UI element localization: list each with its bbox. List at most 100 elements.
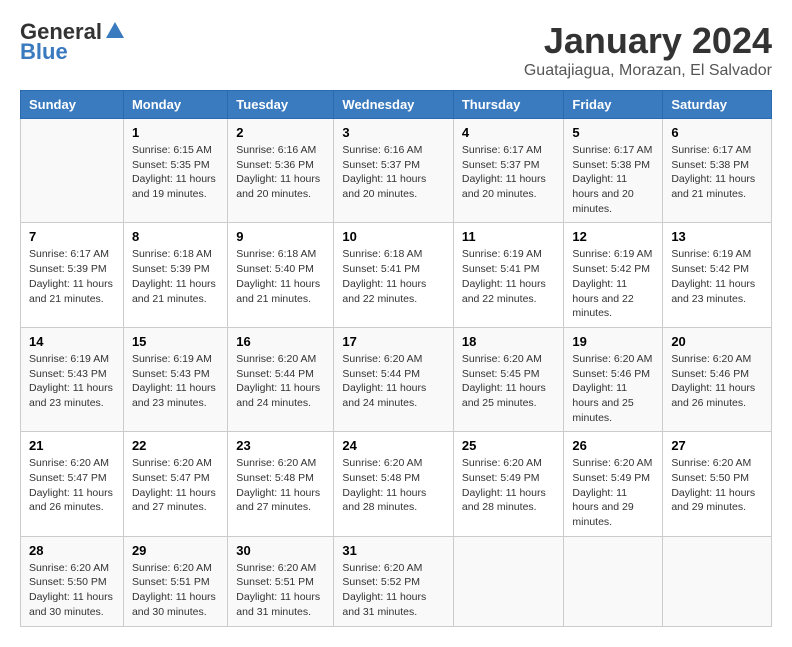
calendar-cell: 3Sunrise: 6:16 AMSunset: 5:37 PMDaylight…: [334, 119, 453, 223]
calendar-week-4: 21 Sunrise: 6:20 AMSunset: 5:47 PMDayligh…: [21, 432, 772, 536]
calendar-cell: 24Sunrise: 6:20 AMSunset: 5:48 PMDayligh…: [334, 432, 453, 536]
day-header-saturday: Saturday: [663, 91, 772, 119]
day-info: Sunrise: 6:19 AMSunset: 5:42 PMDaylight:…: [671, 247, 763, 306]
day-info: Sunrise: 6:17 AMSunset: 5:38 PMDaylight:…: [572, 143, 654, 216]
calendar-cell: 9 Sunrise: 6:18 AMSunset: 5:40 PMDaylight…: [228, 223, 334, 327]
day-number: 1: [132, 125, 219, 140]
calendar-cell: 27 Sunrise: 6:20 AMSunset: 5:50 PMDayligh…: [663, 432, 772, 536]
calendar-cell: 21Sunrise: 6:20 AMSunset: 5:47 PMDayligh…: [21, 432, 124, 536]
day-number: 13: [671, 229, 763, 244]
day-info: Sunrise: 6:19 AMSunset: 5:43 PMDaylight:…: [132, 352, 219, 411]
calendar-cell: 2 Sunrise: 6:16 AMSunset: 5:36 PMDaylight…: [228, 119, 334, 223]
day-info: Sunrise: 6:20 AMSunset: 5:44 PMDaylight:…: [236, 352, 325, 411]
calendar-week-1: 1 Sunrise: 6:15 AMSunset: 5:35 PMDaylight…: [21, 119, 772, 223]
day-number: 28: [29, 543, 115, 558]
calendar-cell: 11 Sunrise: 6:19 AMSunset: 5:41 PMDayligh…: [453, 223, 564, 327]
day-number: 2: [236, 125, 325, 140]
day-info: Sunrise: 6:17 AMSunset: 5:39 PMDaylight:…: [29, 247, 115, 306]
day-info: Sunrise: 6:16 AMSunset: 5:37 PMDaylight:…: [342, 143, 444, 202]
day-info: Sunrise: 6:20 AMSunset: 5:51 PMDaylight:…: [236, 561, 325, 620]
calendar-cell: 19 Sunrise: 6:20 AMSunset: 5:46 PMDayligh…: [564, 327, 663, 431]
day-number: 22: [132, 438, 219, 453]
day-info: Sunrise: 6:17 AMSunset: 5:37 PMDaylight:…: [462, 143, 556, 202]
day-info: Sunrise: 6:20 AMSunset: 5:48 PMDaylight:…: [236, 456, 325, 515]
page-title: January 2024: [524, 20, 772, 62]
day-info: Sunrise: 6:19 AMSunset: 5:42 PMDaylight:…: [572, 247, 654, 320]
day-number: 23: [236, 438, 325, 453]
day-number: 5: [572, 125, 654, 140]
calendar-cell: 17 Sunrise: 6:20 AMSunset: 5:44 PMDayligh…: [334, 327, 453, 431]
day-number: 26: [572, 438, 654, 453]
day-header-wednesday: Wednesday: [334, 91, 453, 119]
day-number: 18: [462, 334, 556, 349]
calendar-cell: 5 Sunrise: 6:17 AMSunset: 5:38 PMDaylight…: [564, 119, 663, 223]
day-info: Sunrise: 6:16 AMSunset: 5:36 PMDaylight:…: [236, 143, 325, 202]
day-number: 31: [342, 543, 444, 558]
day-header-tuesday: Tuesday: [228, 91, 334, 119]
day-number: 9: [236, 229, 325, 244]
day-number: 7: [29, 229, 115, 244]
calendar-cell: 8 Sunrise: 6:18 AMSunset: 5:39 PMDaylight…: [123, 223, 227, 327]
day-number: 11: [462, 229, 556, 244]
day-info: Sunrise: 6:19 AMSunset: 5:43 PMDaylight:…: [29, 352, 115, 411]
calendar-cell: 13 Sunrise: 6:19 AMSunset: 5:42 PMDayligh…: [663, 223, 772, 327]
page-subtitle: Guatajiagua, Morazan, El Salvador: [524, 62, 772, 80]
day-number: 27: [671, 438, 763, 453]
day-info: Sunrise: 6:15 AMSunset: 5:35 PMDaylight:…: [132, 143, 219, 202]
calendar-cell: 31 Sunrise: 6:20 AMSunset: 5:52 PMDayligh…: [334, 536, 453, 626]
day-info: Sunrise: 6:20 AMSunset: 5:44 PMDaylight:…: [342, 352, 444, 411]
calendar-week-2: 7 Sunrise: 6:17 AMSunset: 5:39 PMDaylight…: [21, 223, 772, 327]
day-info: Sunrise: 6:19 AMSunset: 5:41 PMDaylight:…: [462, 247, 556, 306]
day-number: 24: [342, 438, 444, 453]
calendar-cell: 14 Sunrise: 6:19 AMSunset: 5:43 PMDayligh…: [21, 327, 124, 431]
logo-icon: [104, 20, 126, 42]
day-header-monday: Monday: [123, 91, 227, 119]
day-number: 25: [462, 438, 556, 453]
day-number: 12: [572, 229, 654, 244]
day-number: 21: [29, 438, 115, 453]
calendar-cell: 12 Sunrise: 6:19 AMSunset: 5:42 PMDayligh…: [564, 223, 663, 327]
day-info: Sunrise: 6:20 AMSunset: 5:52 PMDaylight:…: [342, 561, 444, 620]
calendar-cell: 4Sunrise: 6:17 AMSunset: 5:37 PMDaylight…: [453, 119, 564, 223]
calendar-cell: 15 Sunrise: 6:19 AMSunset: 5:43 PMDayligh…: [123, 327, 227, 431]
calendar-week-5: 28 Sunrise: 6:20 AMSunset: 5:50 PMDayligh…: [21, 536, 772, 626]
day-info: Sunrise: 6:20 AMSunset: 5:50 PMDaylight:…: [671, 456, 763, 515]
day-info: Sunrise: 6:20 AMSunset: 5:49 PMDaylight:…: [462, 456, 556, 515]
day-info: Sunrise: 6:20 AMSunset: 5:47 PMDaylight:…: [132, 456, 219, 515]
day-number: 14: [29, 334, 115, 349]
calendar-table: SundayMondayTuesdayWednesdayThursdayFrid…: [20, 90, 772, 627]
day-number: 19: [572, 334, 654, 349]
calendar-cell: 7 Sunrise: 6:17 AMSunset: 5:39 PMDaylight…: [21, 223, 124, 327]
day-info: Sunrise: 6:20 AMSunset: 5:51 PMDaylight:…: [132, 561, 219, 620]
day-number: 17: [342, 334, 444, 349]
calendar-cell: 30Sunrise: 6:20 AMSunset: 5:51 PMDayligh…: [228, 536, 334, 626]
day-info: Sunrise: 6:18 AMSunset: 5:39 PMDaylight:…: [132, 247, 219, 306]
calendar-cell: 22 Sunrise: 6:20 AMSunset: 5:47 PMDayligh…: [123, 432, 227, 536]
day-number: 8: [132, 229, 219, 244]
calendar-cell: 18 Sunrise: 6:20 AMSunset: 5:45 PMDayligh…: [453, 327, 564, 431]
day-info: Sunrise: 6:18 AMSunset: 5:41 PMDaylight:…: [342, 247, 444, 306]
calendar-cell: 16 Sunrise: 6:20 AMSunset: 5:44 PMDayligh…: [228, 327, 334, 431]
calendar-cell: [663, 536, 772, 626]
day-info: Sunrise: 6:18 AMSunset: 5:40 PMDaylight:…: [236, 247, 325, 306]
calendar-cell: 25 Sunrise: 6:20 AMSunset: 5:49 PMDayligh…: [453, 432, 564, 536]
calendar-cell: [564, 536, 663, 626]
day-number: 20: [671, 334, 763, 349]
day-info: Sunrise: 6:20 AMSunset: 5:50 PMDaylight:…: [29, 561, 115, 620]
day-info: Sunrise: 6:17 AMSunset: 5:38 PMDaylight:…: [671, 143, 763, 202]
title-block: January 2024 Guatajiagua, Morazan, El Sa…: [524, 20, 772, 80]
day-info: Sunrise: 6:20 AMSunset: 5:46 PMDaylight:…: [671, 352, 763, 411]
day-info: Sunrise: 6:20 AMSunset: 5:45 PMDaylight:…: [462, 352, 556, 411]
calendar-cell: 10Sunrise: 6:18 AMSunset: 5:41 PMDayligh…: [334, 223, 453, 327]
day-info: Sunrise: 6:20 AMSunset: 5:49 PMDaylight:…: [572, 456, 654, 529]
day-info: Sunrise: 6:20 AMSunset: 5:46 PMDaylight:…: [572, 352, 654, 425]
day-header-sunday: Sunday: [21, 91, 124, 119]
day-number: 29: [132, 543, 219, 558]
calendar-cell: 26 Sunrise: 6:20 AMSunset: 5:49 PMDayligh…: [564, 432, 663, 536]
day-number: 15: [132, 334, 219, 349]
calendar-cell: 23 Sunrise: 6:20 AMSunset: 5:48 PMDayligh…: [228, 432, 334, 536]
calendar-cell: [21, 119, 124, 223]
day-number: 16: [236, 334, 325, 349]
calendar-cell: 1 Sunrise: 6:15 AMSunset: 5:35 PMDaylight…: [123, 119, 227, 223]
day-header-friday: Friday: [564, 91, 663, 119]
